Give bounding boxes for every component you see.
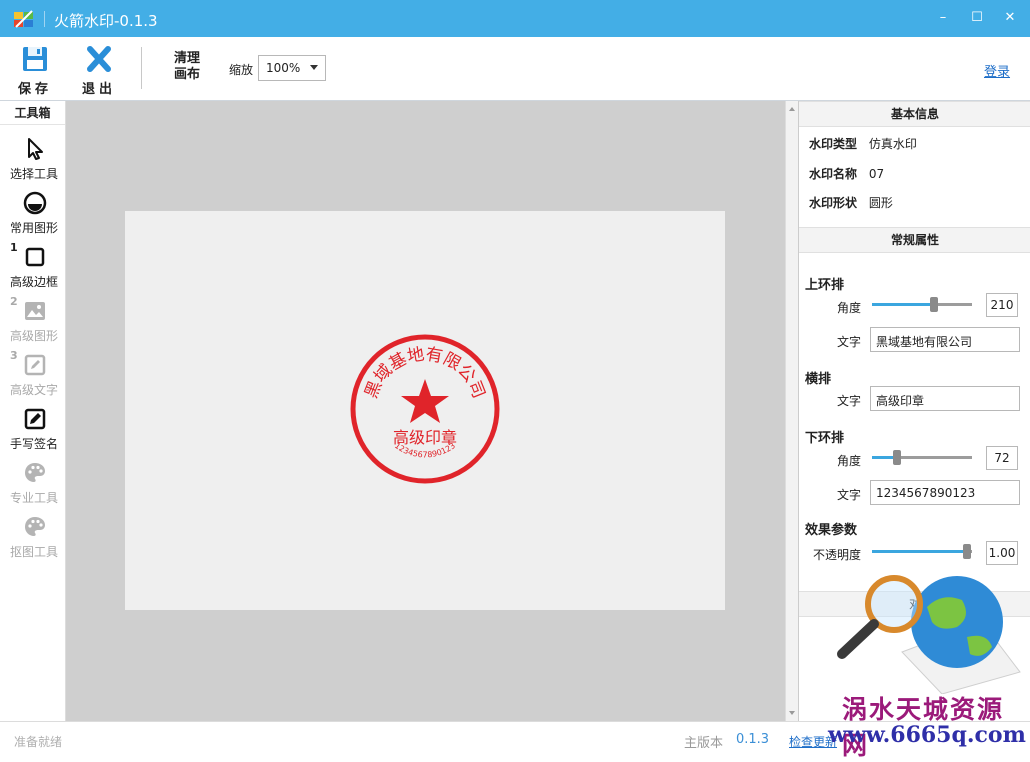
exit-label: 退出 xyxy=(82,82,117,97)
tool-select[interactable]: 选择工具 xyxy=(0,133,66,187)
upper-text-label: 文字 xyxy=(836,335,861,349)
minimize-button[interactable]: – xyxy=(933,8,953,28)
info-value: 仿真水印 xyxy=(868,137,917,151)
tool-label: 常用图形 xyxy=(9,221,58,235)
zoom-label: 缩放 xyxy=(229,63,254,77)
vertical-scrollbar[interactable] xyxy=(785,101,798,721)
edit-icon xyxy=(24,354,46,376)
magnifier-globe-icon xyxy=(837,575,1021,694)
info-key: 水印类型 xyxy=(809,137,858,151)
status-text: 准备就绪 xyxy=(14,735,63,749)
signature-icon xyxy=(24,408,46,430)
info-watermark-shape: 水印形状 圆形 xyxy=(809,194,893,211)
scroll-down-icon[interactable] xyxy=(789,711,795,715)
opacity-input[interactable]: 1.00 xyxy=(986,541,1018,565)
upper-text-input[interactable]: 黑域基地有限公司 xyxy=(870,327,1020,352)
effect-params-title: 效果参数 xyxy=(805,523,858,538)
slider-thumb[interactable] xyxy=(893,450,901,465)
square-icon xyxy=(25,247,45,267)
opacity-slider[interactable] xyxy=(872,544,972,559)
canvas-page[interactable]: 黑域基地有限公司 高级印章 1234567890123 xyxy=(125,211,725,610)
slider-fill xyxy=(872,550,967,553)
tool-label: 手写签名 xyxy=(9,437,58,451)
info-value: 圆形 xyxy=(868,196,893,210)
shape-icon xyxy=(23,191,47,215)
tool-advanced-text[interactable]: 3 高级文字 xyxy=(0,349,66,403)
tool-label: 选择工具 xyxy=(9,167,58,181)
window-title: 火箭水印-0.1.3 xyxy=(54,12,158,30)
basic-info-header: 基本信息 xyxy=(799,101,1030,127)
tool-cutout[interactable]: 抠图工具 xyxy=(0,511,66,565)
info-watermark-type: 水印类型 仿真水印 xyxy=(809,135,917,152)
toolbar: 保存 退出 清理 画布 缩放 100% 登录 xyxy=(0,37,1030,101)
tool-number: 2 xyxy=(10,295,18,308)
opacity-label: 不透明度 xyxy=(812,548,861,562)
tool-label: 抠图工具 xyxy=(9,545,58,559)
app-logo-icon xyxy=(14,10,33,28)
info-key: 水印形状 xyxy=(809,196,858,210)
tool-label: 高级边框 xyxy=(9,275,58,289)
save-label: 保存 xyxy=(18,82,53,97)
upper-angle-input[interactable]: 210 xyxy=(986,293,1018,317)
zoom-value: 100% xyxy=(266,61,301,75)
close-x-icon xyxy=(87,46,111,72)
save-button[interactable]: 保存 xyxy=(18,45,52,97)
login-link[interactable]: 登录 xyxy=(984,61,1010,80)
maximize-button[interactable]: ☐ xyxy=(967,8,987,28)
slider-fill xyxy=(872,303,934,306)
clear-canvas-button[interactable]: 清理 画布 xyxy=(174,51,204,83)
info-key: 水印名称 xyxy=(809,167,858,181)
lower-text-input[interactable]: 1234567890123 xyxy=(870,480,1020,505)
lower-angle-slider[interactable] xyxy=(872,450,972,465)
close-button[interactable]: ✕ xyxy=(1000,8,1020,28)
clear-canvas-line2: 画布 xyxy=(174,67,201,82)
tool-label: 高级图形 xyxy=(9,329,58,343)
upper-angle-label: 角度 xyxy=(836,301,861,315)
chevron-down-icon xyxy=(310,65,318,70)
lower-angle-label: 角度 xyxy=(836,454,861,468)
upper-ring-title: 上环排 xyxy=(805,278,845,293)
tool-handwritten-signature[interactable]: 手写签名 xyxy=(0,403,66,457)
tool-label: 专业工具 xyxy=(9,491,58,505)
tool-number: 3 xyxy=(10,349,18,362)
site-watermark-url: www.6665q.com xyxy=(828,722,1026,748)
general-props-header: 常规属性 xyxy=(799,227,1030,253)
title-separator xyxy=(44,11,45,27)
cursor-icon xyxy=(28,138,43,160)
lower-ring-title: 下环排 xyxy=(805,431,845,446)
version-value: 0.1.3 xyxy=(736,732,770,747)
slider-thumb[interactable] xyxy=(930,297,938,312)
exit-button[interactable]: 退出 xyxy=(82,45,116,97)
scroll-up-icon[interactable] xyxy=(789,107,795,111)
lower-text-label: 文字 xyxy=(836,488,861,502)
toolbox-sidebar: 工具箱 选择工具 常用图形 1 高级边框 2 高级图形 3 高级文字 手写签名 … xyxy=(0,101,66,721)
horizontal-text-label: 文字 xyxy=(836,394,861,408)
tool-advanced-border[interactable]: 1 高级边框 xyxy=(0,241,66,295)
tool-common-shapes[interactable]: 常用图形 xyxy=(0,187,66,241)
slider-thumb[interactable] xyxy=(963,544,971,559)
palette-icon xyxy=(25,463,45,482)
title-bar: 火箭水印-0.1.3 – ☐ ✕ xyxy=(0,0,1030,37)
tool-number: 1 xyxy=(10,241,18,254)
info-value: 07 xyxy=(868,167,885,181)
clear-canvas-line1: 清理 xyxy=(174,51,201,66)
version-label: 主版本 xyxy=(684,736,724,751)
info-watermark-name: 水印名称 07 xyxy=(809,165,884,182)
tool-label: 高级文字 xyxy=(9,383,58,397)
tool-advanced-image[interactable]: 2 高级图形 xyxy=(0,295,66,349)
horizontal-text-input[interactable]: 高级印章 xyxy=(870,386,1020,411)
canvas-workspace[interactable]: 黑域基地有限公司 高级印章 1234567890123 xyxy=(66,101,785,721)
palette-icon xyxy=(25,517,45,536)
seal-stamp[interactable]: 黑域基地有限公司 高级印章 1234567890123 xyxy=(350,331,500,488)
horizontal-title: 横排 xyxy=(805,372,832,387)
lower-angle-input[interactable]: 72 xyxy=(986,446,1018,470)
image-icon xyxy=(25,302,45,320)
toolbox-title: 工具箱 xyxy=(0,101,65,125)
tool-professional[interactable]: 专业工具 xyxy=(0,457,66,511)
toolbar-separator xyxy=(141,47,142,89)
upper-angle-slider[interactable] xyxy=(872,297,972,312)
zoom-select[interactable]: 100% xyxy=(258,55,326,81)
floppy-disk-icon xyxy=(23,47,47,71)
